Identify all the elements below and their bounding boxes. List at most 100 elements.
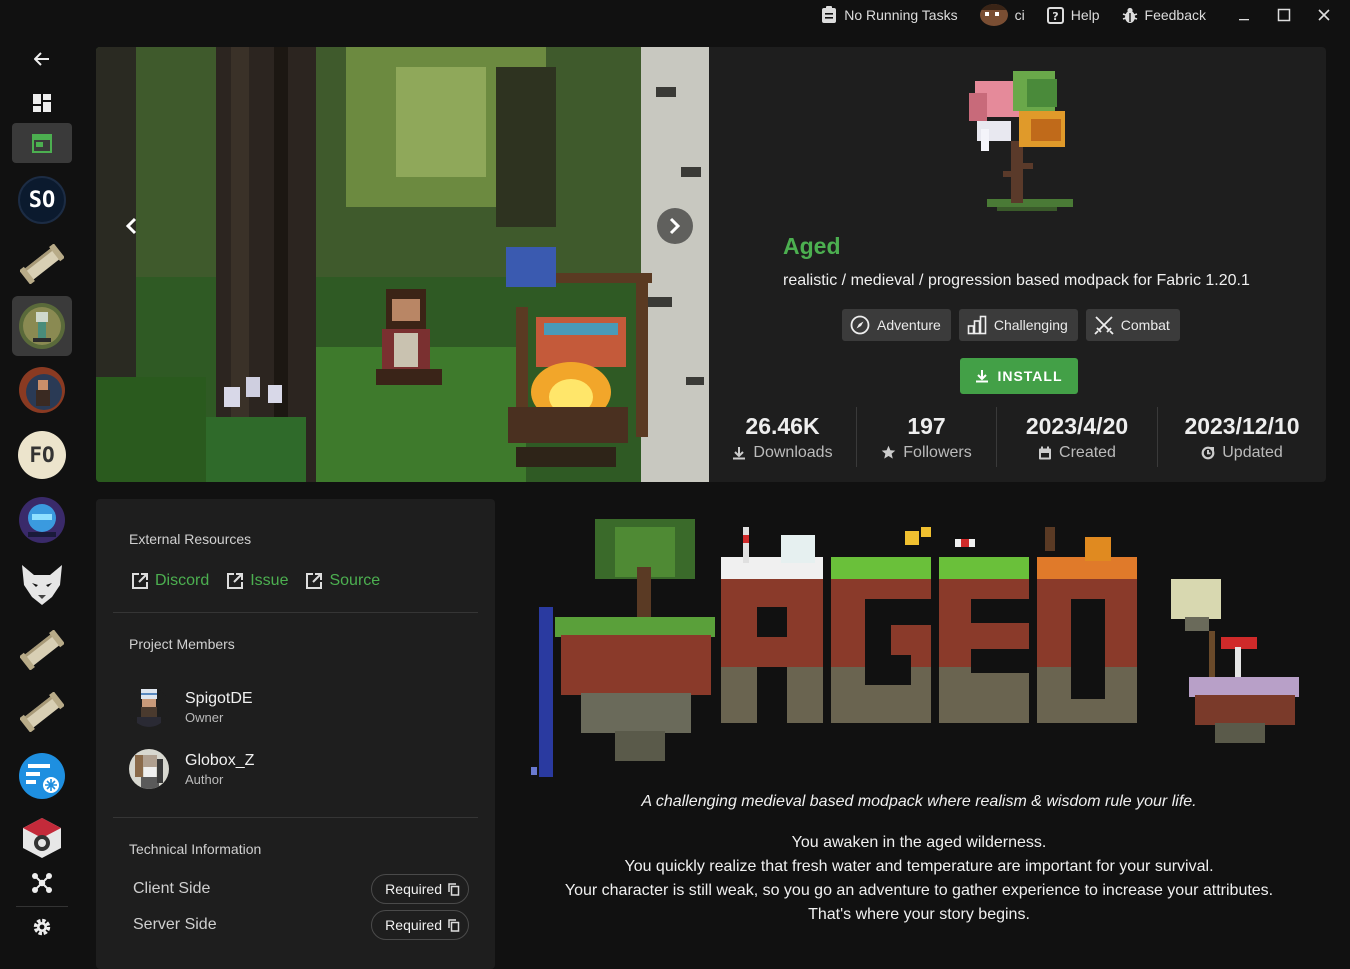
arrow-left-icon — [34, 52, 49, 66]
download-icon — [733, 446, 746, 459]
chevron-left-icon — [125, 217, 137, 235]
maximize-button[interactable] — [1264, 0, 1304, 30]
store-button[interactable] — [12, 123, 72, 163]
user-menu[interactable]: ci — [979, 4, 1025, 26]
feedback-label: Feedback — [1144, 7, 1206, 23]
instance-scroll-2[interactable] — [12, 620, 72, 680]
tag-challenging[interactable]: Challenging — [958, 309, 1078, 341]
scroll-icon — [20, 692, 64, 732]
calendar-icon — [1039, 446, 1052, 459]
member-name: SpigotDE — [185, 689, 253, 707]
sidebar: SO FO — [0, 30, 84, 955]
requirement-value: Required — [385, 917, 442, 933]
help-icon: ? — [1046, 6, 1064, 24]
description-line: Your character is still weak, so you go … — [564, 882, 1274, 899]
tag-combat[interactable]: Combat — [1085, 309, 1180, 341]
instance-scroll-3[interactable] — [12, 682, 72, 742]
stat-updated: 2023/12/10 Updated — [1158, 407, 1326, 467]
project-tagline: A challenging medieval based modpack whe… — [641, 793, 1197, 810]
description-line: You awaken in the aged wilderness. — [791, 834, 1047, 851]
external-link-icon — [132, 573, 148, 589]
stat-label-row: Updated — [1201, 444, 1283, 462]
instance-blue-globe[interactable] — [12, 490, 72, 550]
tag-label: Combat — [1120, 317, 1170, 333]
member-text: SpigotDE Owner — [185, 690, 253, 725]
link-issue[interactable]: Issue — [226, 572, 288, 590]
carousel-prev-button[interactable] — [113, 208, 149, 244]
install-button[interactable]: INSTALL — [960, 358, 1078, 394]
requirement-chip[interactable]: Required — [371, 874, 469, 904]
tag-label: Challenging — [993, 317, 1068, 333]
copy-icon — [448, 918, 460, 932]
cube-icon — [23, 818, 61, 858]
instance-character[interactable] — [12, 360, 72, 420]
tag-adventure[interactable]: Adventure — [842, 309, 951, 341]
back-button[interactable] — [12, 39, 72, 79]
aged-banner-image — [531, 519, 1299, 777]
member-globox-z[interactable]: Globox_Z Author — [129, 749, 254, 789]
stat-followers: 197 Followers — [857, 407, 997, 467]
stat-label: Followers — [903, 443, 972, 461]
dashboard-button[interactable] — [12, 83, 72, 123]
instance-globe-icon — [19, 497, 65, 543]
tech-label: Server Side — [133, 916, 217, 933]
svg-text:?: ? — [1052, 10, 1058, 23]
feedback-button[interactable]: Feedback — [1122, 7, 1206, 24]
external-link-icon — [306, 573, 323, 589]
stat-label: Updated — [1222, 443, 1283, 461]
instance-cube[interactable] — [12, 808, 72, 868]
member-spigotde[interactable]: SpigotDE Owner — [129, 687, 253, 727]
tag-label: Adventure — [877, 317, 941, 333]
install-label: INSTALL — [997, 368, 1063, 384]
tech-label: Client Side — [133, 880, 211, 897]
title-bar: No Running Tasks ci ? Help Feedback — [0, 0, 1350, 30]
carousel-next-button[interactable] — [657, 208, 693, 244]
link-discord[interactable]: Discord — [131, 572, 209, 590]
chevron-right-icon — [669, 217, 681, 235]
description-line: That's where your story begins. — [808, 906, 1030, 923]
tag-list: Adventure Challenging Combat — [842, 309, 1180, 341]
close-window-button[interactable] — [1304, 0, 1344, 30]
instance-snowflake[interactable] — [12, 746, 72, 806]
stat-label-row: Created — [1038, 444, 1116, 462]
member-name: Globox_Z — [185, 751, 255, 769]
link-label: Source — [329, 572, 381, 589]
modloader-button[interactable] — [12, 863, 72, 903]
instance-aged[interactable] — [12, 296, 72, 356]
project-name: Aged — [783, 233, 841, 259]
scroll-icon — [20, 244, 64, 284]
instance-character-icon — [19, 367, 65, 413]
stat-label: Downloads — [753, 443, 833, 461]
screenshot-carousel[interactable] — [96, 47, 709, 482]
download-icon — [976, 370, 989, 383]
star-icon — [881, 445, 896, 459]
project-stats: 26.46K Downloads 197 Followers 2023/4/20… — [709, 407, 1326, 467]
user-name: ci — [1014, 7, 1025, 23]
scroll-icon — [20, 630, 64, 670]
external-links: Discord Issue Source — [131, 572, 380, 590]
stat-value: 2023/4/20 — [1025, 412, 1129, 439]
instance-so[interactable]: SO — [12, 170, 72, 230]
help-button[interactable]: ? Help — [1046, 6, 1100, 24]
link-source[interactable]: Source — [305, 572, 380, 590]
project-logo — [969, 71, 1073, 211]
requirement-chip[interactable]: Required — [371, 910, 469, 940]
instance-scroll-1[interactable] — [12, 234, 72, 294]
minimize-button[interactable] — [1224, 0, 1264, 30]
bug-icon — [1122, 7, 1138, 24]
settings-button[interactable] — [12, 907, 72, 947]
instance-wolf[interactable] — [12, 555, 72, 615]
external-link-icon — [227, 573, 244, 589]
stat-label-row: Followers — [881, 443, 972, 462]
instance-so-avatar: SO — [18, 176, 66, 224]
instance-fo[interactable]: FO — [12, 425, 72, 485]
stat-value: 2023/12/10 — [1184, 412, 1300, 439]
compass-icon — [850, 315, 870, 335]
requirement-value: Required — [385, 881, 442, 897]
project-description-body: A challenging medieval based modpack whe… — [505, 499, 1335, 955]
close-icon — [1318, 9, 1330, 21]
external-resources-title: External Resources — [129, 531, 252, 547]
stat-value: 197 — [907, 412, 946, 439]
stat-value: 26.46K — [745, 412, 820, 439]
tasks-indicator[interactable]: No Running Tasks — [821, 6, 958, 24]
